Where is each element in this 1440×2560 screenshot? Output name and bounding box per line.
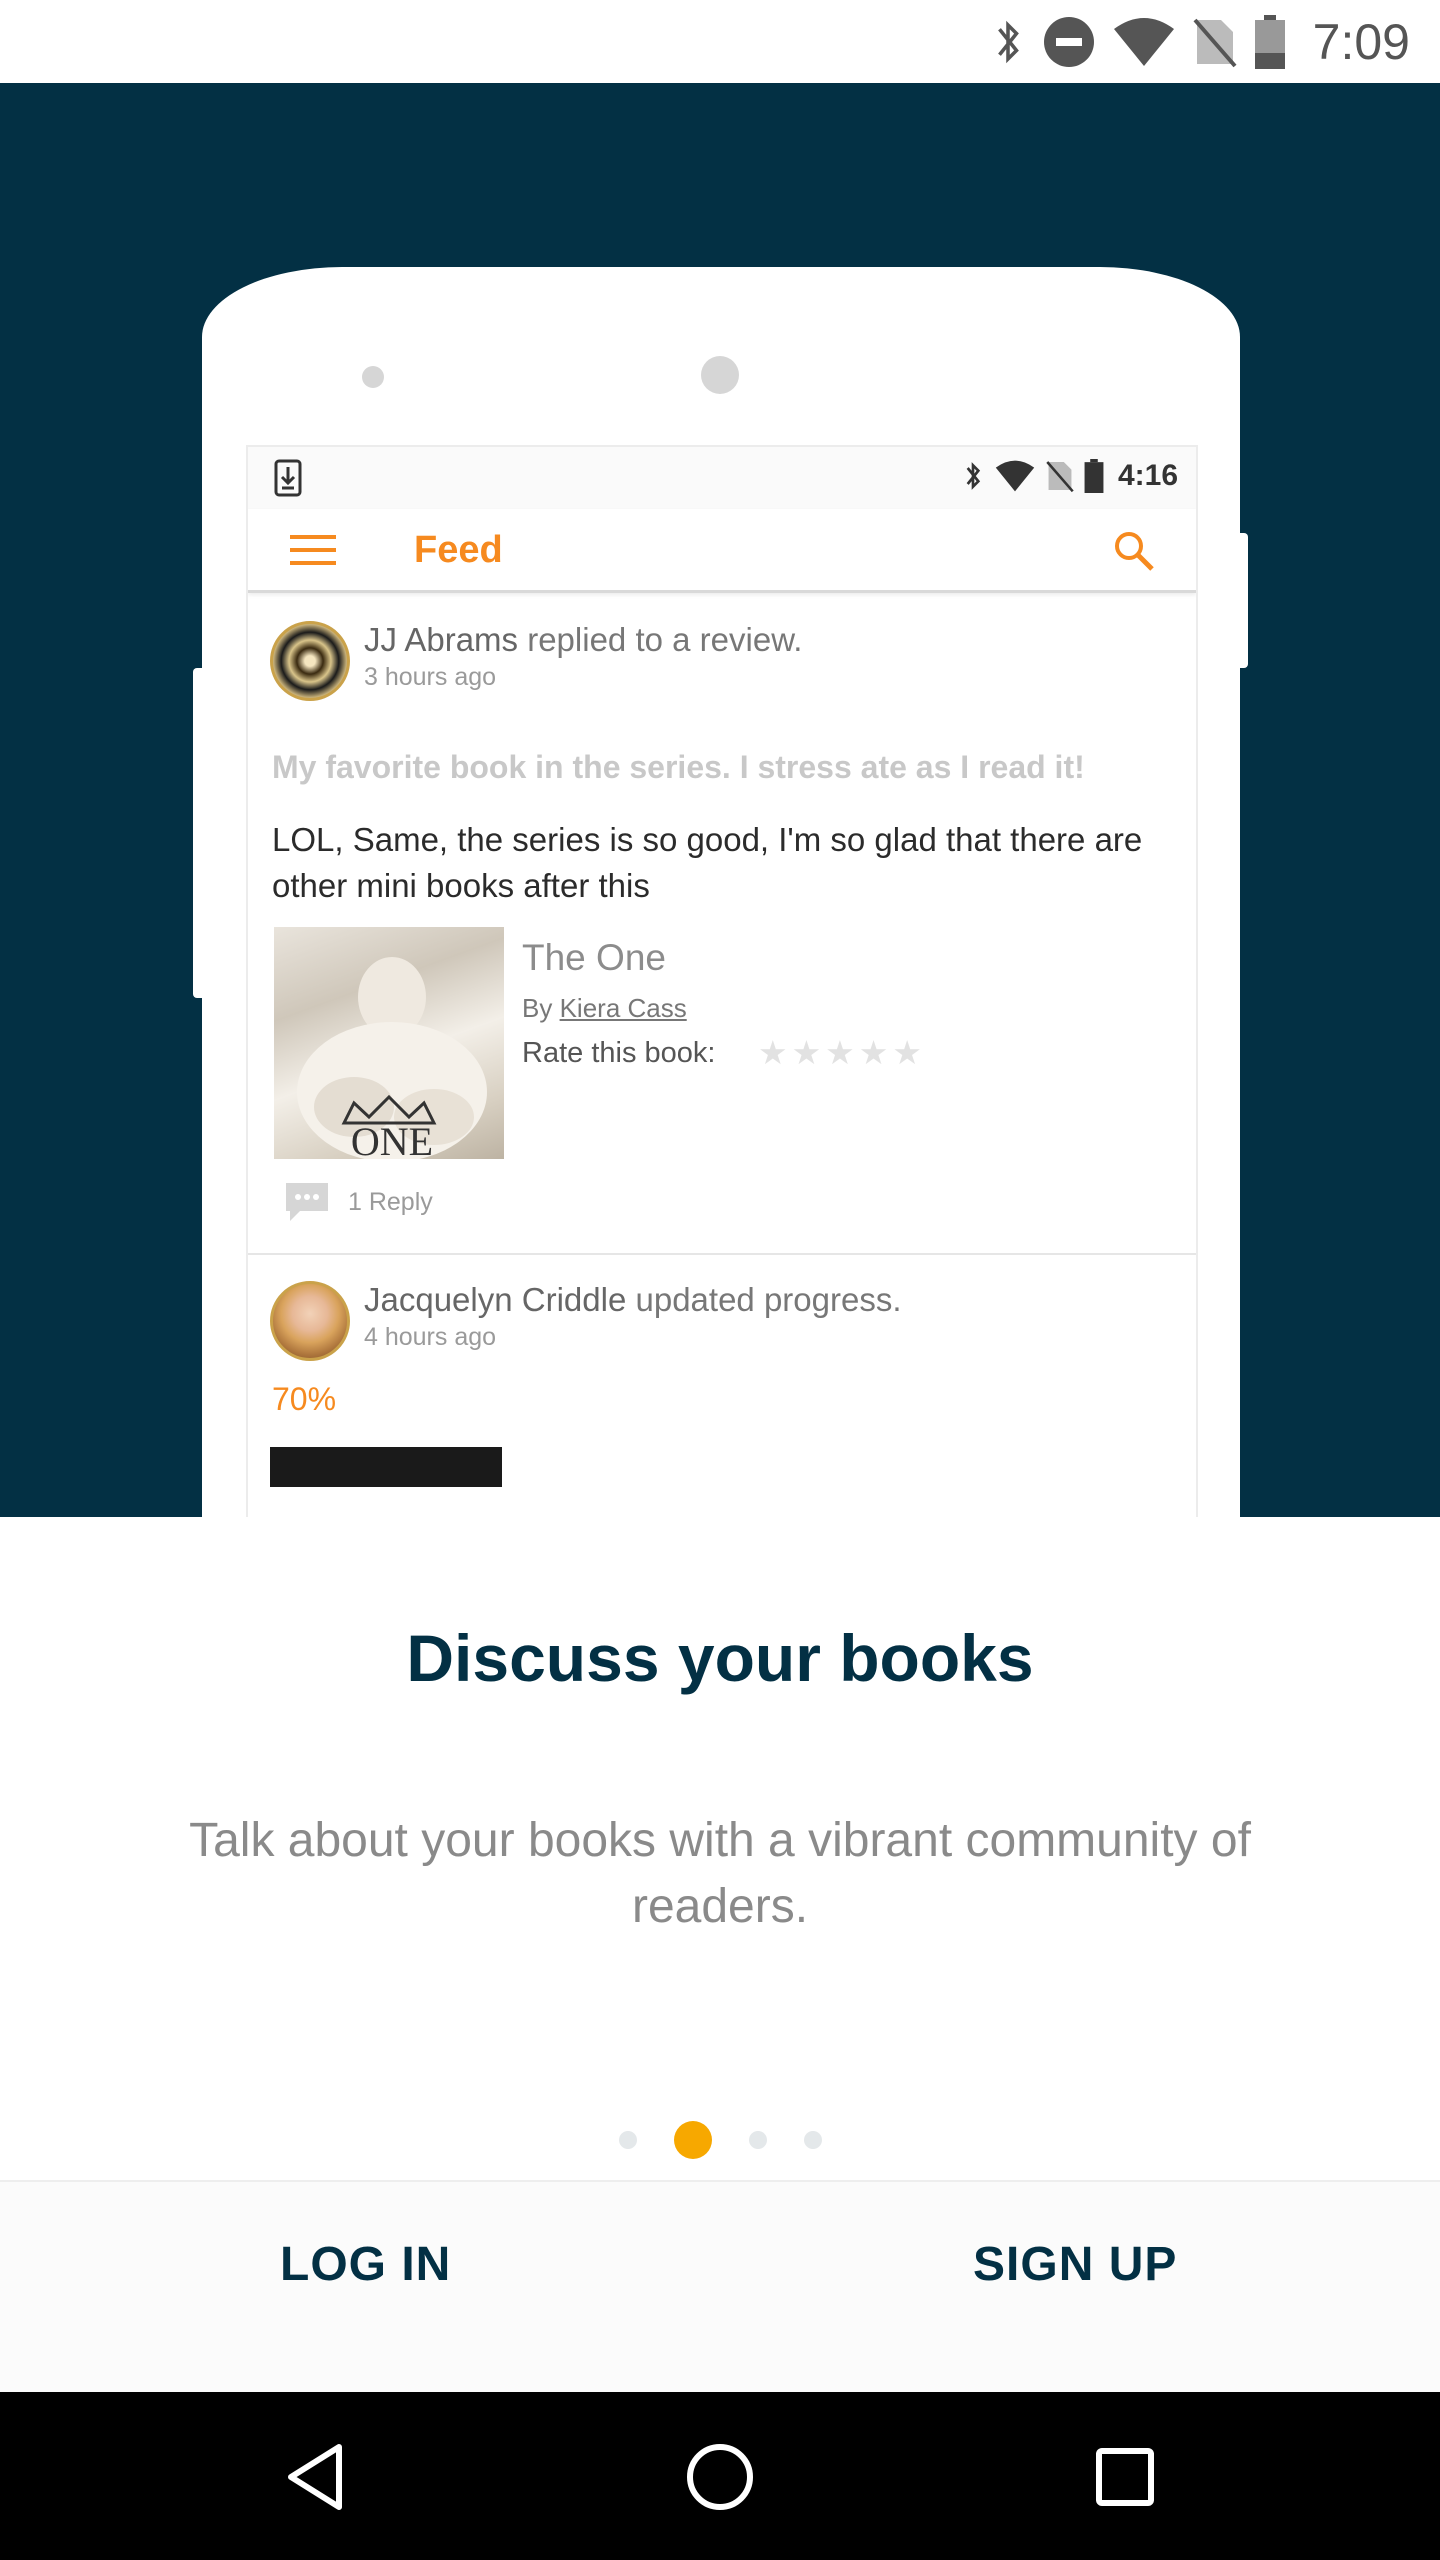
no-sim-icon: [1046, 461, 1074, 493]
bluetooth-icon: [997, 20, 1019, 63]
wifi-icon: [1113, 17, 1174, 66]
reply-text: LOL, Same, the series is so good, I'm so…: [272, 821, 1143, 904]
back-button[interactable]: [270, 2432, 360, 2522]
auth-actions: LOG IN SIGN UP: [0, 2180, 1440, 2392]
home-button[interactable]: [675, 2432, 765, 2522]
phone-sensor: [362, 366, 384, 388]
page-dot-active[interactable]: [673, 2121, 712, 2159]
mockup-clock: 4:16: [1117, 459, 1178, 492]
download-icon: [274, 459, 302, 497]
divider: [248, 1253, 1196, 1255]
avatar: [270, 1281, 350, 1361]
recents-icon: [1096, 2448, 1154, 2506]
rate-label: Rate this book:: [522, 1037, 716, 1069]
reply-count: 1 Reply: [284, 1181, 433, 1223]
mockup-screen: 4:16 Feed JJ Abrams replied to a review.…: [246, 445, 1198, 1517]
do-not-disturb-icon: [1043, 16, 1094, 67]
activity-action: replied to a review.: [527, 621, 803, 658]
back-icon: [288, 2444, 342, 2510]
cover-title: ONE: [351, 1119, 433, 1159]
reply-count-label: 1 Reply: [348, 1187, 433, 1216]
menu-icon: [290, 535, 336, 565]
search-icon: [1115, 532, 1154, 571]
activity-text: Jacquelyn Criddle updated progress.: [364, 1281, 902, 1319]
avatar: [270, 621, 350, 701]
mockup-app-bar: Feed: [248, 509, 1196, 593]
bluetooth-icon: [966, 462, 981, 490]
user-name: JJ Abrams: [364, 621, 519, 658]
navigation-bar: [0, 2392, 1440, 2560]
activity-text: JJ Abrams replied to a review.: [364, 621, 802, 659]
book-title: The One: [522, 937, 666, 978]
progress-value: 70%: [272, 1381, 337, 1417]
hero-illustration: 4:16 Feed JJ Abrams replied to a review.…: [0, 83, 1440, 1517]
mockup-status-bar: 4:16: [248, 447, 1196, 509]
review-quote: My favorite book in the series. I stress…: [272, 749, 1085, 785]
comment-icon: [286, 1183, 328, 1221]
home-icon: [687, 2444, 753, 2510]
onboarding-title: Discuss your books: [406, 1621, 1034, 1695]
battery-icon: [1084, 459, 1104, 493]
activity-action: updated progress.: [635, 1281, 902, 1318]
recents-button[interactable]: [1080, 2432, 1170, 2522]
timestamp: 4 hours ago: [364, 1323, 497, 1351]
page-dot[interactable]: [748, 2131, 767, 2149]
rating-stars: ★★★★★: [758, 1034, 926, 1071]
page-indicator: [0, 2120, 1440, 2160]
login-button[interactable]: LOG IN: [280, 2237, 451, 2292]
author-link: Kiera Cass: [559, 993, 687, 1023]
timestamp: 3 hours ago: [364, 663, 497, 691]
book-cover: ONE: [274, 927, 504, 1159]
book-cover: [270, 1447, 502, 1487]
mockup-feed-title: Feed: [414, 529, 503, 571]
by-prefix: By: [522, 993, 553, 1023]
status-bar: 7:09: [0, 0, 1440, 83]
phone-camera: [701, 356, 739, 394]
page-dot[interactable]: [618, 2131, 637, 2149]
clock: 7:09: [1312, 13, 1410, 70]
page-dot[interactable]: [803, 2131, 822, 2149]
onboarding-subtitle: Talk about your books with a vibrant com…: [189, 1814, 1251, 1933]
signup-button[interactable]: SIGN UP: [973, 2237, 1177, 2292]
wifi-icon: [995, 460, 1035, 492]
battery-icon: [1254, 14, 1285, 69]
user-name: Jacquelyn Criddle: [364, 1281, 627, 1318]
book-author-line: By Kiera Cass: [522, 993, 687, 1024]
no-sim-icon: [1193, 18, 1237, 67]
